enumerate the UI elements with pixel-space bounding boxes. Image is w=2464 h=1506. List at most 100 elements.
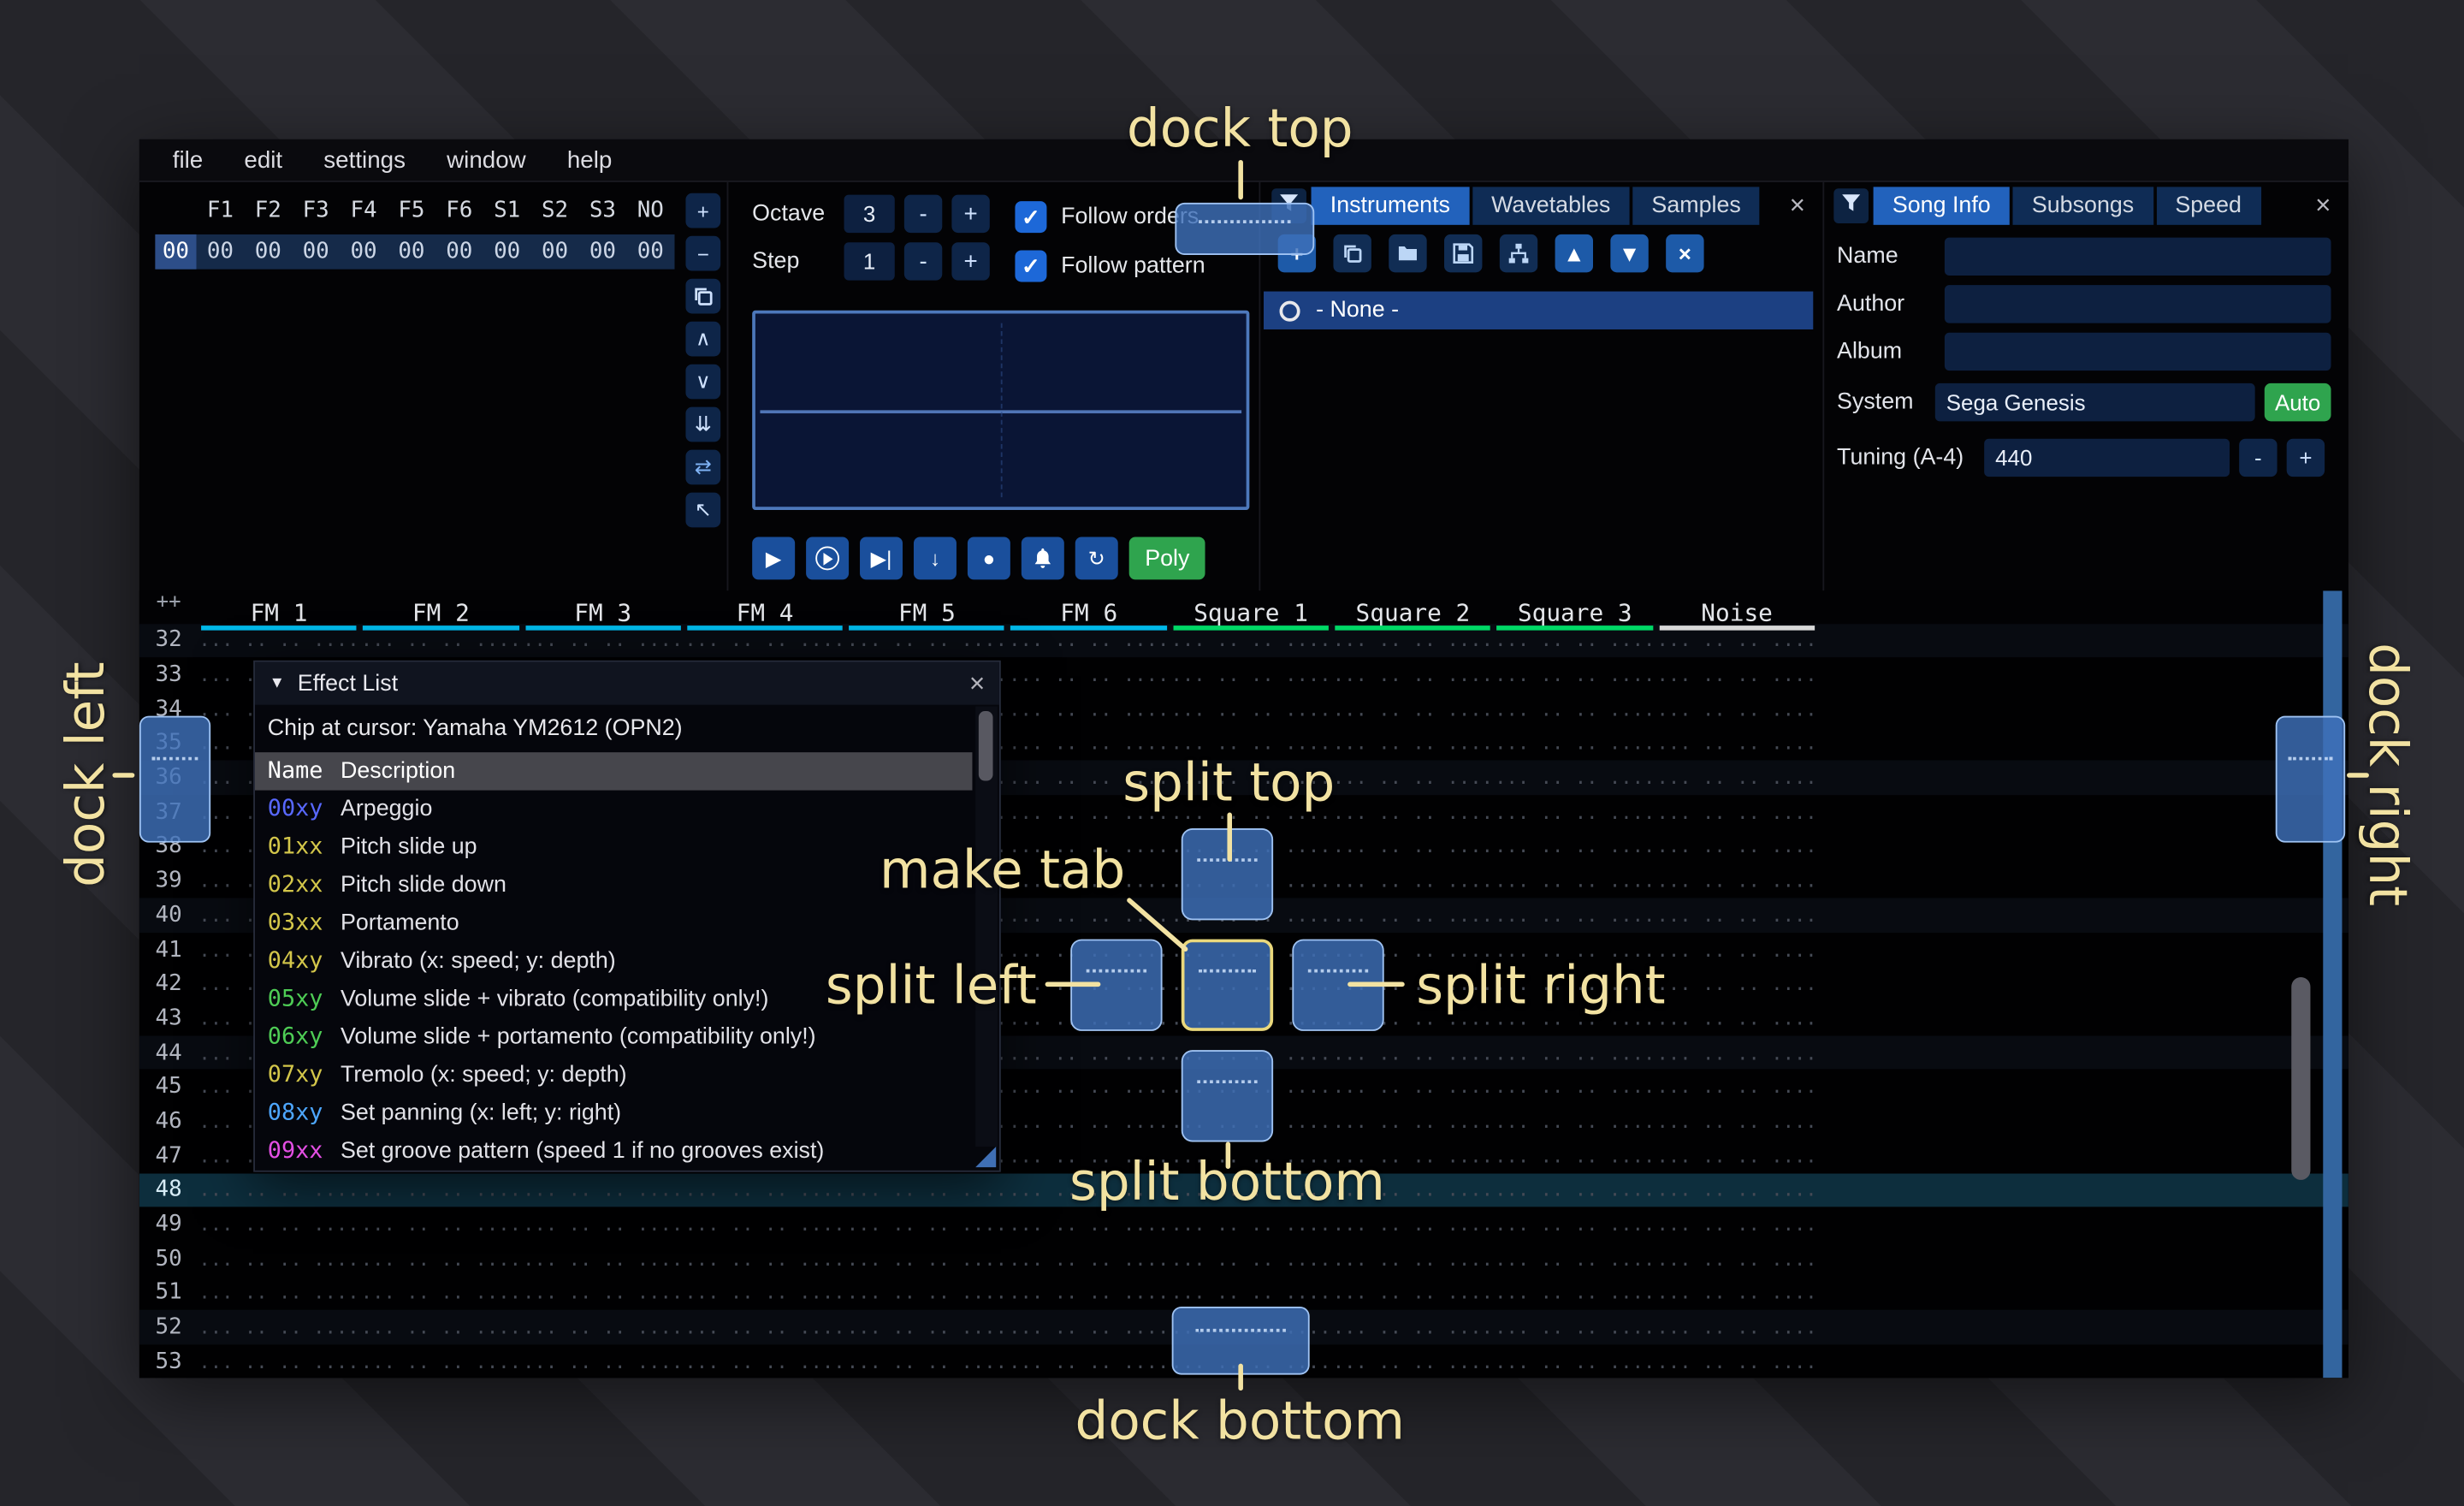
row-number[interactable]: 47 (139, 1143, 198, 1169)
auto-button[interactable]: Auto (2265, 383, 2331, 421)
pattern-cell[interactable]: ... .. .. .... (1494, 835, 1656, 857)
field-author-input[interactable] (1945, 285, 2331, 323)
order-cell[interactable]: 00 (579, 234, 627, 270)
tab-instruments[interactable]: Instruments (1312, 187, 1470, 224)
menu-item-window[interactable]: window (426, 146, 547, 173)
pattern-cell[interactable]: ... .. .. .... (198, 1248, 359, 1270)
channel-header-fm-2[interactable]: FM 2 (360, 590, 522, 633)
pattern-cell[interactable]: ... .. .. .... (846, 1213, 1008, 1236)
orders-duplicate-button[interactable] (685, 279, 720, 314)
pattern-cell[interactable]: ... .. .. .... (846, 1350, 1008, 1373)
pattern-cell[interactable]: ... .. .. .... (846, 1282, 1008, 1304)
pattern-cell[interactable]: ... .. .. .... (1494, 904, 1656, 927)
row-number[interactable]: 39 (139, 869, 198, 894)
pattern-cell[interactable]: ... .. .. .... (1332, 1213, 1494, 1236)
close-icon[interactable]: × (969, 667, 985, 699)
instrument-open-button[interactable] (1389, 234, 1426, 272)
row-number[interactable]: 50 (139, 1246, 198, 1272)
row-number[interactable]: 53 (139, 1349, 198, 1375)
collapse-icon[interactable]: ▼ (270, 674, 285, 691)
pattern-cell[interactable]: ... .. .. .... (684, 1179, 845, 1201)
pattern-cell[interactable]: ... .. .. .... (1656, 904, 1817, 927)
pattern-cell[interactable]: ... .. .. .... (1332, 664, 1494, 686)
pattern-cell[interactable]: ... .. .. .... (684, 1248, 845, 1270)
pattern-cell[interactable]: ... .. .. .... (522, 1179, 684, 1201)
pattern-cell[interactable]: ... .. .. .... (1008, 664, 1170, 686)
pattern-cell[interactable]: ... .. .. .... (1494, 1145, 1656, 1167)
pattern-cell[interactable]: ... .. .. .... (846, 1316, 1008, 1338)
effect-row[interactable]: 03xxPortamento (255, 904, 972, 942)
pattern-cell[interactable]: ... .. .. .... (1008, 1350, 1170, 1373)
tab-samples[interactable]: Samples (1632, 187, 1760, 224)
row-number[interactable]: 45 (139, 1074, 198, 1100)
channel-header-square-3[interactable]: Square 3 (1494, 590, 1656, 633)
row-number[interactable]: 40 (139, 903, 198, 928)
pattern-cell[interactable]: ... .. .. .... (1494, 1316, 1656, 1338)
channel-header-fm-3[interactable]: FM 3 (522, 590, 684, 633)
order-cell[interactable]: 00 (340, 234, 388, 270)
channel-header-fm-5[interactable]: FM 5 (846, 590, 1008, 633)
order-cell[interactable]: 00 (483, 234, 531, 270)
channel-header-noise[interactable]: Noise (1656, 590, 1817, 633)
orders-remove-button[interactable]: − (685, 236, 720, 271)
menu-item-settings[interactable]: settings (303, 146, 426, 173)
pattern-scrollbar-thumb[interactable] (2291, 977, 2310, 1180)
pattern-cell[interactable]: ... .. .. .... (1656, 1350, 1817, 1373)
octave-decrease-button[interactable]: - (904, 195, 942, 233)
channel-header-fm-6[interactable]: FM 6 (1008, 590, 1170, 633)
effect-list-scrollbar[interactable] (975, 707, 998, 1147)
pattern-cell[interactable]: ... .. .. .... (1656, 1076, 1817, 1098)
row-number[interactable]: 48 (139, 1177, 198, 1203)
pattern-cell[interactable]: ... .. .. .... (1170, 1248, 1331, 1270)
make-tab-target[interactable] (1182, 940, 1273, 1031)
resize-grip[interactable] (975, 1147, 996, 1167)
row-number[interactable]: 42 (139, 971, 198, 997)
system-input[interactable] (1935, 383, 2255, 421)
effect-row[interactable]: 06xyVolume slide + portamento (compatibi… (255, 1018, 972, 1056)
effect-row[interactable]: 01xxPitch slide up (255, 828, 972, 866)
pattern-cell[interactable]: ... .. .. .... (198, 1316, 359, 1338)
pattern-cell[interactable]: ... .. .. .... (1494, 1248, 1656, 1270)
pattern-cell[interactable]: ... .. .. .... (1656, 1282, 1817, 1304)
repeat-button[interactable]: ↻ (1075, 537, 1118, 579)
pattern-cell[interactable]: ... .. .. .... (1494, 767, 1656, 789)
orders-cursor-button[interactable]: ↖ (685, 493, 720, 528)
octave-increase-button[interactable]: + (951, 195, 989, 233)
instrument-list-item[interactable]: - None - (1264, 292, 1813, 329)
pattern-cell[interactable]: ... .. .. .... (360, 1179, 522, 1201)
pattern-cell[interactable]: ... .. .. .... (1170, 1282, 1331, 1304)
orders-swap-button[interactable]: ⇄ (685, 450, 720, 485)
channel-header-square-1[interactable]: Square 1 (1170, 590, 1331, 633)
pattern-cell[interactable]: ... .. .. .... (1332, 1248, 1494, 1270)
pattern-cell[interactable]: ... .. .. .... (198, 1213, 359, 1236)
pattern-cell[interactable]: ... .. .. .... (522, 1282, 684, 1304)
pattern-cell[interactable]: ... .. .. .... (1494, 1041, 1656, 1064)
order-cell[interactable]: 00 (197, 234, 245, 270)
pattern-cell[interactable]: ... .. .. .... (1008, 1282, 1170, 1304)
octave-input[interactable] (844, 195, 895, 233)
pattern-cell[interactable]: ... .. .. .... (1656, 835, 1817, 857)
pattern-cell[interactable]: ... .. .. .... (1494, 664, 1656, 686)
row-number[interactable]: 43 (139, 1005, 198, 1031)
orders-chev-up-button[interactable]: ∧ (685, 322, 720, 357)
effect-list-titlebar[interactable]: ▼ Effect List × (255, 662, 999, 705)
dock-target-right[interactable] (2276, 716, 2345, 843)
pattern-cell[interactable]: ... .. .. .... (198, 1350, 359, 1373)
pattern-cell[interactable]: ... .. .. .... (1332, 801, 1494, 823)
order-cell[interactable]: 00 (388, 234, 435, 270)
pattern-cell[interactable]: ... .. .. .... (1170, 698, 1331, 720)
pattern-cell[interactable]: ... .. .. .... (1008, 698, 1170, 720)
instrument-tree-button[interactable] (1500, 234, 1537, 272)
field-album-input[interactable] (1945, 333, 2331, 371)
pattern-cell[interactable]: ... .. .. .... (198, 1282, 359, 1304)
pattern-cell[interactable]: ... .. .. .... (1656, 869, 1817, 892)
pattern-cell[interactable]: ... .. .. .... (1494, 732, 1656, 755)
instruments-close-icon[interactable]: × (1781, 190, 1813, 222)
pattern-cell[interactable]: ... .. .. .... (1170, 664, 1331, 686)
step-down-button[interactable]: ↓ (914, 537, 957, 579)
orders-chev-down-button[interactable]: ∨ (685, 365, 720, 400)
pattern-cell[interactable]: ... .. .. .... (1494, 1350, 1656, 1373)
follow-orders-checkbox[interactable]: ✓ (1015, 201, 1046, 233)
menu-item-file[interactable]: file (152, 146, 224, 173)
poly-button[interactable]: Poly (1129, 537, 1205, 579)
